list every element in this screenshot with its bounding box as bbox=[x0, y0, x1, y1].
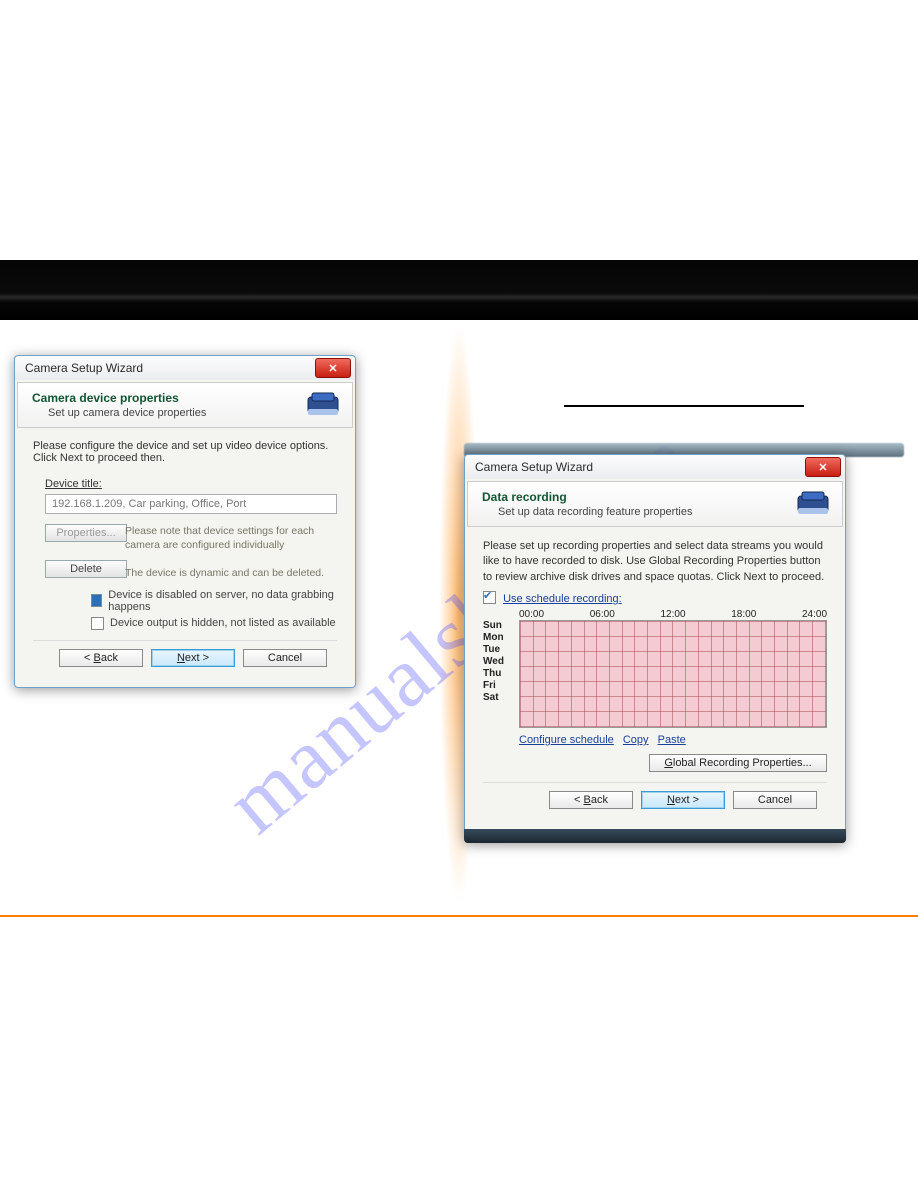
paste-schedule-link[interactable]: Paste bbox=[658, 734, 686, 746]
header-subtitle: Set up camera device properties bbox=[48, 407, 292, 419]
close-icon: ✕ bbox=[328, 362, 337, 375]
close-button[interactable]: ✕ bbox=[805, 457, 841, 477]
close-button[interactable]: ✕ bbox=[315, 358, 351, 378]
copy-schedule-link[interactable]: Copy bbox=[623, 734, 649, 746]
back-button[interactable]: < Back bbox=[59, 649, 143, 667]
back-button[interactable]: < Back bbox=[549, 791, 633, 809]
use-schedule-label[interactable]: Use schedule recording: bbox=[503, 593, 622, 605]
next-button[interactable]: Next > bbox=[641, 791, 725, 809]
window-chrome-bottom bbox=[464, 829, 846, 843]
device-title-label: Device title: bbox=[45, 478, 337, 490]
checkbox-device-hidden[interactable] bbox=[91, 617, 104, 630]
note-dynamic: The device is dynamic and can be deleted… bbox=[125, 566, 337, 580]
next-button[interactable]: Next > bbox=[151, 649, 235, 667]
checkbox-device-disabled[interactable] bbox=[91, 594, 102, 607]
configure-schedule-link[interactable]: Configure schedule bbox=[519, 734, 614, 746]
close-icon: ✕ bbox=[818, 461, 827, 474]
schedule-day-labels: Sun Mon Tue Wed Thu Fri Sat bbox=[483, 620, 519, 728]
schedule-grid[interactable] bbox=[519, 620, 827, 728]
camera-icon bbox=[304, 389, 344, 419]
footer-divider bbox=[0, 915, 918, 917]
page-banner bbox=[0, 260, 918, 320]
checkbox-device-disabled-label: Device is disabled on server, no data gr… bbox=[108, 589, 337, 613]
section-underline bbox=[564, 405, 804, 407]
header-title: Camera device properties bbox=[32, 391, 292, 405]
dialog-title: Camera Setup Wizard bbox=[25, 361, 143, 375]
dialog-title: Camera Setup Wizard bbox=[475, 460, 593, 474]
note-individually: Please note that device settings for eac… bbox=[125, 524, 337, 552]
header-title: Data recording bbox=[482, 490, 782, 504]
header-subtitle: Set up data recording feature properties bbox=[498, 506, 782, 518]
schedule-time-axis: 00:00 06:00 12:00 18:00 24:00 bbox=[519, 609, 827, 620]
dialog-header: Camera device properties Set up camera d… bbox=[17, 382, 353, 428]
cancel-button[interactable]: Cancel bbox=[733, 791, 817, 809]
data-recording-dialog: Camera Setup Wizard ✕ Data recording Set… bbox=[464, 454, 846, 843]
checkbox-use-schedule[interactable] bbox=[483, 591, 496, 604]
properties-button[interactable]: Properties... bbox=[45, 524, 127, 542]
delete-button[interactable]: Delete bbox=[45, 560, 127, 578]
intro-text: Please configure the device and set up v… bbox=[33, 440, 337, 464]
camera-icon bbox=[794, 488, 834, 518]
checkbox-device-hidden-label: Device output is hidden, not listed as a… bbox=[110, 617, 336, 629]
device-title-input[interactable] bbox=[45, 494, 337, 514]
global-recording-properties-button[interactable]: Global Recording Properties... bbox=[649, 754, 827, 772]
cancel-button[interactable]: Cancel bbox=[243, 649, 327, 667]
camera-setup-wizard-dialog: Camera Setup Wizard ✕ Camera device prop… bbox=[14, 355, 356, 688]
intro-text: Please set up recording properties and s… bbox=[483, 539, 827, 585]
dialog-header: Data recording Set up data recording fea… bbox=[467, 481, 843, 527]
